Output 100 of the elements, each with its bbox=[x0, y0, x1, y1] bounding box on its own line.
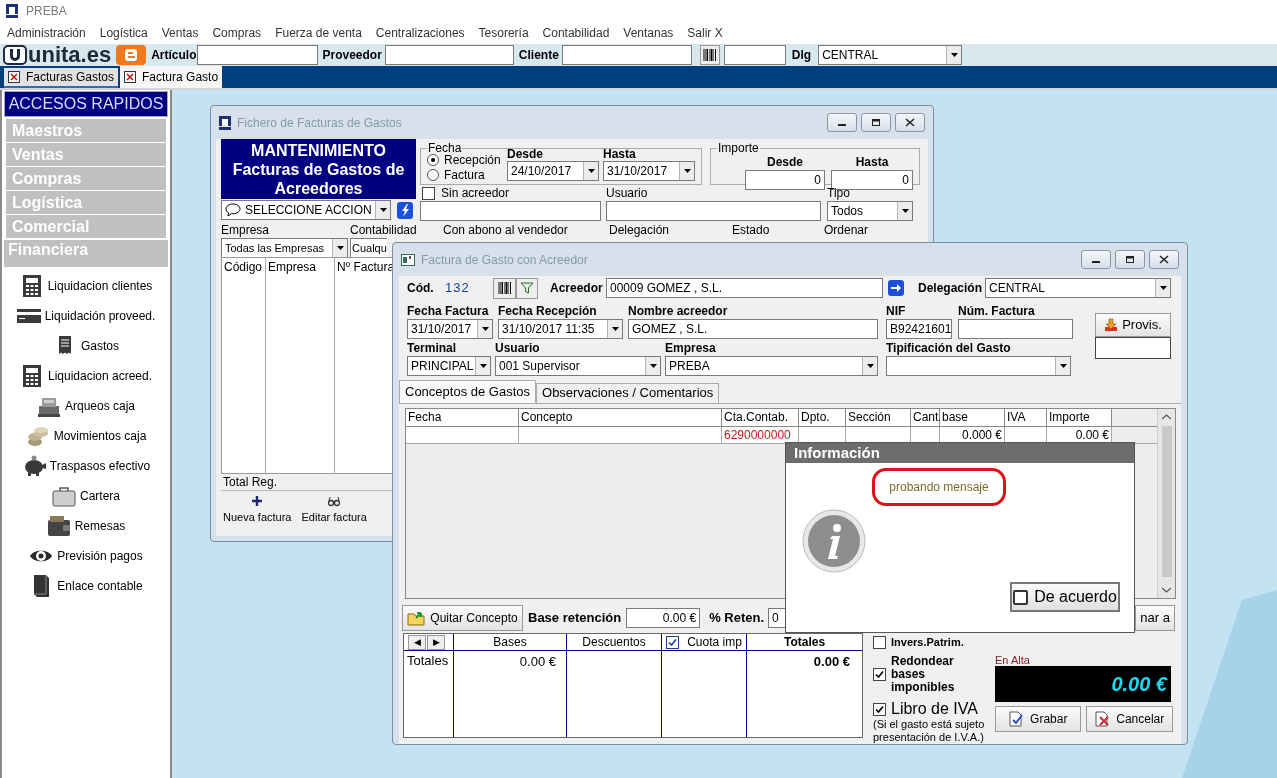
toolbar-button[interactable]: Editar factura bbox=[299, 493, 369, 528]
dropdown[interactable]: SELECCIONE ACCION bbox=[221, 200, 391, 220]
caret-icon bbox=[649, 364, 657, 368]
checkbox[interactable] bbox=[873, 635, 886, 649]
input-field[interactable]: GOMEZ , S.L. bbox=[628, 319, 878, 339]
column-header[interactable]: Fecha bbox=[406, 409, 519, 426]
barcode-button[interactable] bbox=[493, 277, 516, 299]
input-field[interactable]: B92421601 bbox=[886, 319, 952, 339]
dropdown[interactable]: PREBA bbox=[665, 356, 878, 376]
caret-icon bbox=[901, 209, 909, 213]
input-field[interactable] bbox=[958, 319, 1073, 339]
menu-item[interactable]: Fuerza de venta bbox=[275, 24, 362, 42]
provis-button[interactable]: Provis. bbox=[1095, 313, 1171, 337]
field-label: Empresa bbox=[665, 341, 717, 355]
column-header[interactable]: Empresa bbox=[266, 258, 335, 473]
menu-item[interactable]: Logística bbox=[99, 24, 148, 42]
button[interactable]: nar a bbox=[1135, 605, 1175, 631]
sidebar-item[interactable]: Liquidacion clientes bbox=[2, 271, 170, 301]
sidebar-item[interactable]: Liquidación proveed. bbox=[2, 301, 170, 331]
close-button[interactable] bbox=[895, 113, 925, 132]
ok-button[interactable]: De acuerdo bbox=[1010, 582, 1120, 612]
remove-concept-button[interactable]: Quitar Concepto bbox=[402, 605, 523, 631]
save-button[interactable]: Grabar bbox=[995, 706, 1081, 732]
caret-icon bbox=[1159, 286, 1167, 290]
maximize-button[interactable] bbox=[1115, 250, 1145, 269]
sidebar-item[interactable]: Gastos bbox=[2, 331, 170, 361]
menu-item[interactable]: Ventas bbox=[161, 24, 199, 42]
column-header[interactable]: Sección bbox=[846, 409, 911, 426]
dropdown[interactable]: 24/10/2017 bbox=[507, 161, 599, 181]
column-header[interactable]: Cta.Contab. bbox=[722, 409, 799, 426]
checkbox[interactable] bbox=[422, 186, 435, 200]
input-field[interactable] bbox=[197, 45, 319, 65]
sidebar-item[interactable]: Cartera bbox=[2, 481, 170, 511]
checkbox[interactable] bbox=[873, 702, 886, 716]
column-header[interactable]: base bbox=[940, 409, 1005, 426]
input-field[interactable]: 0.00 € bbox=[626, 608, 701, 628]
dropdown[interactable]: CENTRAL bbox=[985, 278, 1171, 298]
menu-item[interactable]: Ventanas bbox=[623, 24, 674, 42]
sidebar-item[interactable]: Liquidacion acreed. bbox=[2, 361, 170, 391]
tab[interactable]: Conceptos de Gastos bbox=[399, 380, 537, 403]
minimize-button[interactable] bbox=[827, 113, 857, 132]
dropdown[interactable]: 31/10/2017 bbox=[407, 319, 493, 339]
checkbox[interactable] bbox=[666, 635, 680, 649]
column-header[interactable]: Dpto. bbox=[799, 409, 846, 426]
dropdown[interactable]: Todos bbox=[827, 201, 913, 221]
maximize-button[interactable] bbox=[861, 113, 891, 132]
sidebar-item[interactable]: Remesas bbox=[2, 511, 170, 541]
checkbox[interactable] bbox=[873, 668, 886, 681]
input-field[interactable] bbox=[606, 201, 821, 221]
column-header[interactable]: Código bbox=[222, 258, 266, 473]
input-field[interactable]: 00009 GOMEZ , S.L. bbox=[606, 278, 883, 298]
minimize-button[interactable] bbox=[1081, 250, 1111, 269]
sidebar-item[interactable]: Traspasos efectivo bbox=[2, 451, 170, 481]
banner-title: MANTENIMIENTO Facturas de Gastos de Acreedores bbox=[221, 139, 416, 199]
dropdown[interactable]: CENTRAL bbox=[818, 45, 963, 65]
sidebar-item[interactable]: Previsión pagos bbox=[2, 541, 170, 571]
radio-button[interactable] bbox=[427, 153, 439, 166]
filter-button[interactable] bbox=[516, 277, 538, 299]
nav-button[interactable]: ◀ bbox=[408, 634, 426, 650]
tab[interactable]: Observaciones / Comentarios bbox=[536, 383, 720, 403]
sidebar-item[interactable]: Arqueos caja bbox=[2, 391, 170, 421]
input-field[interactable]: 0 bbox=[745, 170, 825, 190]
input-field[interactable] bbox=[420, 201, 601, 221]
dropdown[interactable]: PRINCIPAL bbox=[407, 356, 491, 376]
radio-button[interactable] bbox=[427, 168, 439, 181]
nav-button[interactable]: ▶ bbox=[427, 634, 445, 650]
dropdown[interactable]: Todas las Empresas bbox=[221, 238, 348, 258]
toolbar-button[interactable]: Nueva factura bbox=[221, 493, 294, 528]
input-field[interactable] bbox=[384, 45, 514, 65]
field-label: Nombre acreedor bbox=[628, 304, 729, 318]
barcode-button[interactable] bbox=[699, 45, 720, 65]
close-button[interactable] bbox=[1149, 250, 1179, 269]
cancel-button[interactable]: Cancelar bbox=[1085, 706, 1173, 732]
input-field[interactable] bbox=[561, 45, 692, 65]
tab[interactable]: Factura Gasto bbox=[120, 66, 223, 88]
column-header[interactable]: IVA bbox=[1005, 409, 1047, 426]
dropdown[interactable]: 31/10/2017 11:35 bbox=[498, 319, 623, 339]
scrollbar[interactable] bbox=[1157, 409, 1175, 598]
input-field[interactable]: 0 bbox=[831, 170, 913, 190]
input-field[interactable] bbox=[1095, 337, 1171, 359]
sidebar-item[interactable]: Movimientos caja bbox=[2, 421, 170, 451]
sidebar-item[interactable]: Enlace contable bbox=[2, 571, 170, 601]
dropdown[interactable]: 31/10/2017 bbox=[603, 161, 695, 181]
menu-item[interactable]: Contabilidad bbox=[542, 24, 610, 42]
menu-item[interactable]: Administración bbox=[7, 24, 86, 42]
go-button[interactable] bbox=[888, 280, 904, 296]
column-header[interactable]: Importe bbox=[1047, 409, 1112, 426]
input-field[interactable] bbox=[723, 45, 786, 65]
dropdown[interactable]: 001 Supervisor bbox=[495, 356, 661, 376]
dropdown[interactable] bbox=[886, 356, 1071, 376]
menu-item[interactable]: Salir X bbox=[687, 24, 723, 42]
field-label: % Reten. bbox=[709, 611, 765, 625]
lightning-button[interactable] bbox=[397, 201, 413, 219]
menu-item[interactable]: Tesorería bbox=[478, 24, 529, 42]
field-label: Estado bbox=[732, 223, 771, 237]
tab[interactable]: Facturas Gastos bbox=[4, 68, 119, 88]
column-header[interactable]: Concepto bbox=[519, 409, 722, 426]
menu-item[interactable]: Centralizaciones bbox=[375, 24, 465, 42]
dropdown[interactable]: Cualqu bbox=[350, 238, 387, 258]
menu-item[interactable]: Compras bbox=[212, 24, 262, 42]
